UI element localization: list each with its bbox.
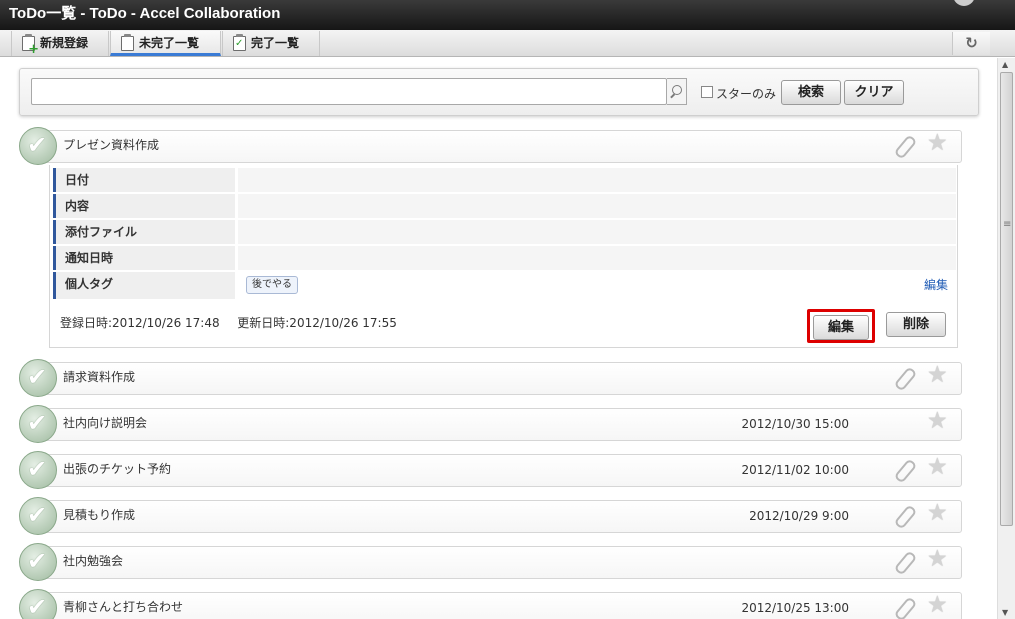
todo-item[interactable]: 青柳さんと打ち合わせ 2012/10/25 13:00 ★ xyxy=(19,589,962,619)
star-icon[interactable]: ★ xyxy=(927,130,948,156)
todo-date: 2012/10/25 13:00 xyxy=(741,601,849,615)
todo-item-expanded[interactable]: プレゼン資料作成 ★ xyxy=(19,127,962,165)
clipboard-icon xyxy=(121,34,134,51)
todo-title[interactable]: 社内勉強会 xyxy=(63,552,123,569)
tab-label: 未完了一覧 xyxy=(139,36,200,50)
attachment-icon xyxy=(894,501,916,529)
todo-item[interactable]: 社内勉強会 ★ xyxy=(19,543,962,581)
tab-completed-list[interactable]: 完了一覧 xyxy=(222,31,320,56)
detail-label: 添付ファイル xyxy=(53,220,235,244)
detail-label: 個人タグ xyxy=(53,272,235,299)
todo-item-bar[interactable] xyxy=(37,130,962,163)
edit-tag-link[interactable]: 編集 xyxy=(924,276,948,293)
detail-row-notification: 通知日時 xyxy=(53,246,956,270)
detail-row-content: 内容 xyxy=(53,194,956,218)
todo-item[interactable]: 見積もり作成 2012/10/29 9:00 ★ xyxy=(19,497,962,535)
todo-title[interactable]: 青柳さんと打ち合わせ xyxy=(63,598,183,615)
star-only-checkbox[interactable] xyxy=(701,86,713,98)
star-icon[interactable]: ★ xyxy=(927,408,948,434)
attachment-icon xyxy=(894,547,916,575)
search-icon[interactable] xyxy=(667,78,687,105)
complete-check-icon[interactable] xyxy=(19,497,57,535)
detail-value xyxy=(238,220,956,244)
attachment-icon xyxy=(894,131,916,159)
todo-item[interactable]: 請求資料作成 ★ xyxy=(19,359,962,397)
todo-date: 2012/10/30 15:00 xyxy=(741,417,849,431)
detail-row-date: 日付 xyxy=(53,168,956,192)
updated-datetime: 更新日時:2012/10/26 17:55 xyxy=(237,316,397,330)
personal-tag-chip[interactable]: 後でやる xyxy=(246,276,298,294)
todo-item-bar[interactable] xyxy=(37,362,962,395)
complete-check-icon[interactable] xyxy=(19,359,57,397)
delete-button[interactable]: 削除 xyxy=(886,312,946,337)
edit-button[interactable]: 編集 xyxy=(813,315,869,340)
search-panel: スターのみ 検索 クリア xyxy=(19,68,979,116)
todo-item-bar[interactable] xyxy=(37,546,962,579)
tab-incomplete-list[interactable]: 未完了一覧 xyxy=(110,31,221,56)
star-only-label: スターのみ xyxy=(716,87,777,101)
tab-new-registration[interactable]: 新規登録 xyxy=(11,31,109,56)
detail-value xyxy=(238,246,956,270)
complete-check-icon[interactable] xyxy=(19,127,57,165)
detail-label: 内容 xyxy=(53,194,235,218)
scroll-up-icon[interactable]: ▲ xyxy=(1002,60,1008,69)
main-content: スターのみ 検索 クリア プレゼン資料作成 ★ 日付 内容 添付ファイル 通知日… xyxy=(0,58,997,619)
detail-row-personal-tag: 個人タグ 後でやる 編集 xyxy=(53,272,956,299)
detail-value xyxy=(238,194,956,218)
todo-item[interactable]: 社内向け説明会 2012/10/30 15:00 ★ xyxy=(19,405,962,443)
todo-title[interactable]: 出張のチケット予約 xyxy=(63,460,171,477)
refresh-button[interactable]: ↻ xyxy=(952,32,990,55)
window-title-bar: ToDo一覧 - ToDo - Accel Collaboration xyxy=(0,0,1015,30)
attachment-icon xyxy=(894,455,916,483)
complete-check-icon[interactable] xyxy=(19,589,57,619)
complete-check-icon[interactable] xyxy=(19,451,57,489)
complete-check-icon[interactable] xyxy=(19,405,57,443)
todo-date: 2012/10/29 9:00 xyxy=(749,509,849,523)
clipboard-plus-icon xyxy=(22,34,39,56)
detail-row-attachment: 添付ファイル xyxy=(53,220,956,244)
search-button[interactable]: 検索 xyxy=(781,80,841,105)
star-icon[interactable]: ★ xyxy=(927,500,948,526)
star-icon[interactable]: ★ xyxy=(927,592,948,618)
clipboard-check-icon xyxy=(233,34,246,51)
attachment-icon xyxy=(894,593,916,619)
todo-title[interactable]: 見積もり作成 xyxy=(63,506,135,523)
star-icon[interactable]: ★ xyxy=(927,546,948,572)
star-icon[interactable]: ★ xyxy=(927,362,948,388)
timestamps: 登録日時:2012/10/26 17:48 更新日時:2012/10/26 17… xyxy=(60,314,397,331)
scroll-down-icon[interactable]: ▼ xyxy=(1002,608,1008,617)
attachment-icon xyxy=(894,363,916,391)
star-icon[interactable]: ★ xyxy=(927,454,948,480)
registered-datetime: 登録日時:2012/10/26 17:48 xyxy=(60,316,220,330)
search-input[interactable] xyxy=(31,78,667,105)
todo-item[interactable]: 出張のチケット予約 2012/11/02 10:00 ★ xyxy=(19,451,962,489)
detail-value: 後でやる 編集 xyxy=(238,272,956,299)
todo-title[interactable]: プレゼン資料作成 xyxy=(63,136,159,153)
edit-button-highlight: 編集 xyxy=(807,309,875,343)
window-title: ToDo一覧 - ToDo - Accel Collaboration xyxy=(9,5,281,22)
tab-label: 完了一覧 xyxy=(251,36,300,50)
detail-label: 日付 xyxy=(53,168,235,192)
detail-value xyxy=(238,168,956,192)
todo-detail-panel: 日付 内容 添付ファイル 通知日時 個人タグ 後でやる 編集 登録日時:2012… xyxy=(49,165,958,348)
scrollbar-thumb[interactable] xyxy=(1000,72,1013,526)
refresh-icon: ↻ xyxy=(965,34,978,52)
todo-title[interactable]: 請求資料作成 xyxy=(63,368,135,385)
window-knob xyxy=(953,0,975,6)
todo-date: 2012/11/02 10:00 xyxy=(741,463,849,477)
clear-button[interactable]: クリア xyxy=(844,80,904,105)
tab-bar: 新規登録 未完了一覧 完了一覧 ↻ xyxy=(0,30,1015,57)
vertical-scrollbar[interactable]: ▲ ▼ xyxy=(997,58,1015,619)
tab-label: 新規登録 xyxy=(40,36,89,50)
todo-title[interactable]: 社内向け説明会 xyxy=(63,414,147,431)
complete-check-icon[interactable] xyxy=(19,543,57,581)
detail-label: 通知日時 xyxy=(53,246,235,270)
